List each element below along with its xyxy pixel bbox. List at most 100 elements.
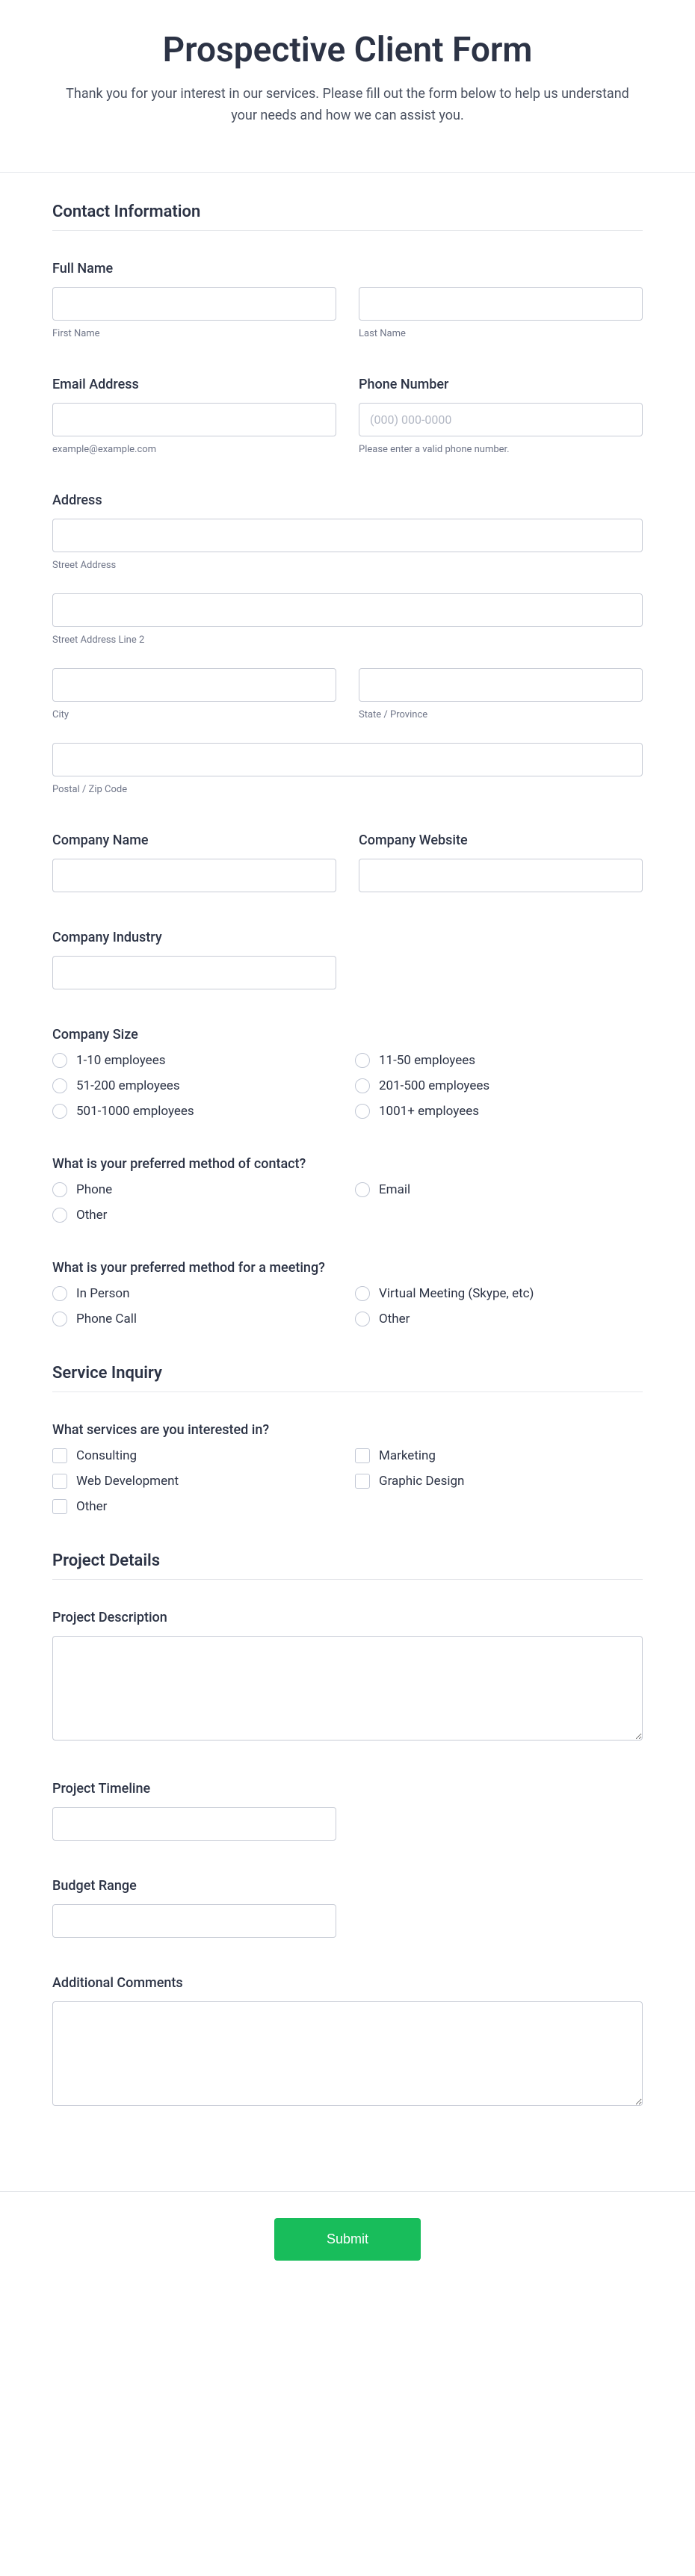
radio-icon	[52, 1208, 67, 1223]
meeting-option[interactable]: In Person	[52, 1286, 340, 1301]
option-label: Web Development	[76, 1474, 179, 1489]
budget-range-label: Budget Range	[52, 1878, 643, 1894]
submit-button[interactable]: Submit	[274, 2218, 421, 2261]
postal-input[interactable]	[52, 743, 643, 776]
project-desc-input[interactable]	[52, 1636, 643, 1741]
project-desc-label: Project Description	[52, 1610, 643, 1625]
contact-option[interactable]: Other	[52, 1208, 340, 1223]
radio-icon	[355, 1182, 370, 1197]
option-label: 1-10 employees	[76, 1053, 166, 1068]
option-label: Marketing	[379, 1448, 436, 1463]
service-option[interactable]: Consulting	[52, 1448, 340, 1463]
additional-comments-input[interactable]	[52, 2001, 643, 2106]
radio-icon	[355, 1104, 370, 1119]
first-name-sublabel: First Name	[52, 328, 336, 339]
checkbox-icon	[355, 1448, 370, 1463]
checkbox-icon	[52, 1448, 67, 1463]
option-label: In Person	[76, 1286, 129, 1301]
divider	[52, 230, 643, 231]
contact-option[interactable]: Email	[355, 1182, 643, 1197]
size-option[interactable]: 51-200 employees	[52, 1078, 340, 1093]
option-label: 51-200 employees	[76, 1078, 180, 1093]
radio-icon	[355, 1078, 370, 1093]
postal-sublabel: Postal / Zip Code	[52, 784, 643, 795]
form-subtitle: Thank you for your interest in our servi…	[52, 84, 643, 127]
radio-icon	[52, 1286, 67, 1301]
first-name-input[interactable]	[52, 287, 336, 321]
meeting-option[interactable]: Other	[355, 1312, 643, 1326]
size-option[interactable]: 1-10 employees	[52, 1053, 340, 1068]
radio-icon	[52, 1078, 67, 1093]
checkbox-icon	[355, 1474, 370, 1489]
budget-range-input[interactable]	[52, 1904, 336, 1938]
form-header: Prospective Client Form Thank you for yo…	[0, 0, 695, 173]
option-label: Email	[379, 1182, 410, 1197]
company-industry-label: Company Industry	[52, 930, 643, 945]
section-project-title: Project Details	[52, 1551, 643, 1570]
contact-method-label: What is your preferred method of contact…	[52, 1156, 643, 1172]
option-label: Graphic Design	[379, 1474, 464, 1489]
size-option[interactable]: 11-50 employees	[355, 1053, 643, 1068]
option-label: Consulting	[76, 1448, 137, 1463]
address-label: Address	[52, 492, 643, 508]
option-label: Phone	[76, 1182, 112, 1197]
option-label: 1001+ employees	[379, 1104, 479, 1119]
company-name-input[interactable]	[52, 859, 336, 892]
form-footer: Submit	[0, 2191, 695, 2305]
radio-icon	[355, 1312, 370, 1326]
city-sublabel: City	[52, 709, 336, 720]
service-option[interactable]: Web Development	[52, 1474, 340, 1489]
checkbox-icon	[52, 1474, 67, 1489]
phone-hint: Please enter a valid phone number.	[359, 444, 643, 455]
size-option[interactable]: 201-500 employees	[355, 1078, 643, 1093]
street1-input[interactable]	[52, 519, 643, 552]
option-label: 11-50 employees	[379, 1053, 475, 1068]
city-input[interactable]	[52, 668, 336, 702]
meeting-option[interactable]: Virtual Meeting (Skype, etc)	[355, 1286, 643, 1301]
company-website-input[interactable]	[359, 859, 643, 892]
option-label: 501-1000 employees	[76, 1104, 194, 1119]
divider	[52, 1579, 643, 1580]
project-timeline-label: Project Timeline	[52, 1781, 643, 1797]
service-option[interactable]: Marketing	[355, 1448, 643, 1463]
radio-icon	[52, 1104, 67, 1119]
section-contact-title: Contact Information	[52, 203, 643, 221]
contact-option[interactable]: Phone	[52, 1182, 340, 1197]
radio-icon	[355, 1053, 370, 1068]
phone-input[interactable]	[359, 403, 643, 436]
company-size-label: Company Size	[52, 1027, 643, 1043]
size-option[interactable]: 501-1000 employees	[52, 1104, 340, 1119]
option-label: Virtual Meeting (Skype, etc)	[379, 1286, 534, 1301]
project-timeline-input[interactable]	[52, 1807, 336, 1841]
last-name-input[interactable]	[359, 287, 643, 321]
size-option[interactable]: 1001+ employees	[355, 1104, 643, 1119]
last-name-sublabel: Last Name	[359, 328, 643, 339]
company-industry-input[interactable]	[52, 956, 336, 989]
email-label: Email Address	[52, 377, 336, 392]
option-label: Other	[76, 1499, 107, 1514]
company-website-label: Company Website	[359, 833, 643, 848]
checkbox-icon	[52, 1499, 67, 1514]
additional-comments-label: Additional Comments	[52, 1975, 643, 1991]
service-option[interactable]: Graphic Design	[355, 1474, 643, 1489]
option-label: Other	[76, 1208, 107, 1223]
full-name-label: Full Name	[52, 261, 643, 277]
section-service-title: Service Inquiry	[52, 1364, 643, 1383]
street2-input[interactable]	[52, 593, 643, 627]
option-label: Other	[379, 1312, 410, 1326]
state-sublabel: State / Province	[359, 709, 643, 720]
radio-icon	[52, 1312, 67, 1326]
street2-sublabel: Street Address Line 2	[52, 634, 643, 646]
radio-icon	[52, 1182, 67, 1197]
service-option[interactable]: Other	[52, 1499, 340, 1514]
meeting-option[interactable]: Phone Call	[52, 1312, 340, 1326]
phone-label: Phone Number	[359, 377, 643, 392]
option-label: Phone Call	[76, 1312, 137, 1326]
radio-icon	[355, 1286, 370, 1301]
street1-sublabel: Street Address	[52, 560, 643, 571]
form-title: Prospective Client Form	[52, 30, 643, 70]
company-name-label: Company Name	[52, 833, 336, 848]
state-input[interactable]	[359, 668, 643, 702]
email-input[interactable]	[52, 403, 336, 436]
services-label: What services are you interested in?	[52, 1422, 643, 1438]
